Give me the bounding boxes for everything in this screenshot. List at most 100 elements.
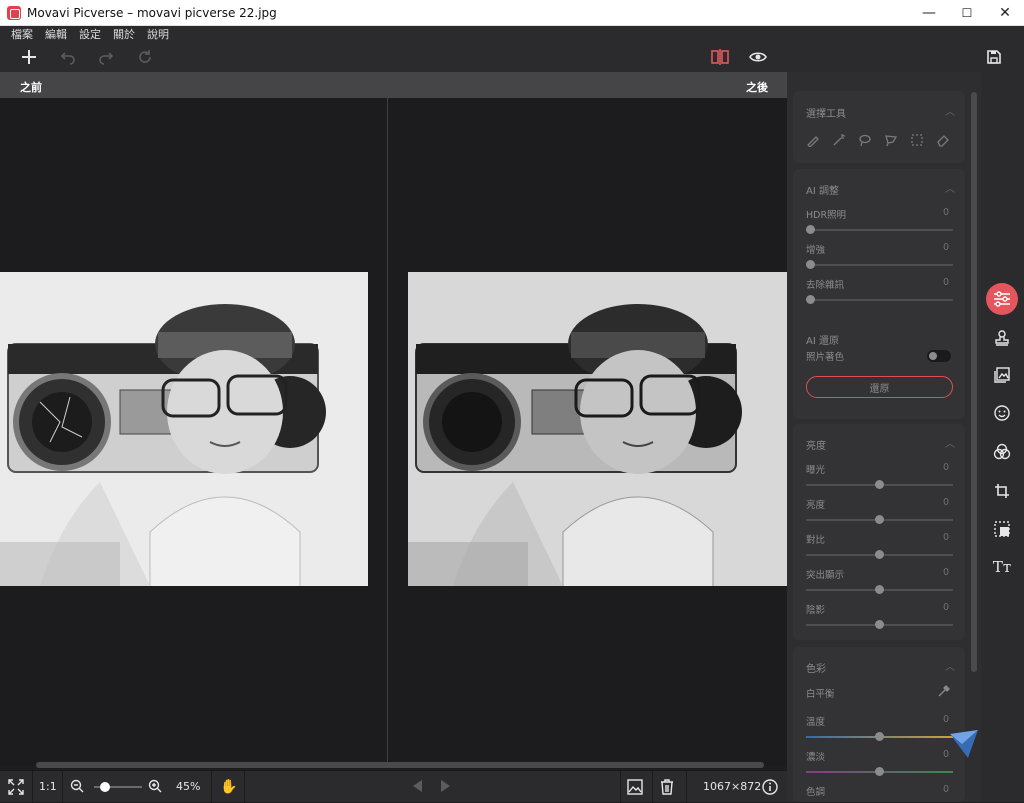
after-photo	[408, 272, 787, 586]
temperature-slider[interactable]	[806, 732, 953, 741]
selection-tools-title: 選擇工具	[806, 109, 846, 120]
fullscreen-icon[interactable]	[8, 779, 24, 795]
eyedropper-icon[interactable]	[937, 683, 951, 702]
collapse-chevron-icon[interactable]: ︿	[945, 435, 955, 450]
denoise-label: 去除雜訊	[806, 280, 845, 291]
hdr-slider-knob[interactable]	[806, 225, 815, 234]
collapse-chevron-icon[interactable]: ︿	[945, 103, 955, 118]
denoise-slider-knob[interactable]	[806, 295, 815, 304]
collapse-chevron-icon[interactable]: ︿	[945, 658, 955, 673]
stamp-icon[interactable]	[986, 322, 1018, 354]
colorize-label: 照片著色	[806, 352, 845, 363]
temperature-label: 溫度	[806, 717, 826, 728]
image-dimensions: 1067×872	[703, 780, 762, 793]
polygonal-lasso-icon[interactable]	[884, 133, 898, 147]
trash-icon[interactable]	[660, 779, 674, 795]
text-tool-icon[interactable]: Tт	[986, 551, 1018, 583]
zoom-out-icon[interactable]	[70, 779, 84, 793]
after-label: 之後	[746, 81, 768, 94]
separator	[620, 771, 621, 803]
hdr-slider[interactable]	[806, 225, 953, 234]
zoom-percent: 45%	[176, 780, 201, 793]
menu-settings[interactable]: 設定	[79, 26, 101, 42]
face-retouch-icon[interactable]	[986, 397, 1018, 429]
tint-slider-knob[interactable]	[875, 767, 884, 776]
highlights-slider-knob[interactable]	[875, 585, 884, 594]
colorize-toggle[interactable]	[927, 350, 951, 362]
panel-scrollbar[interactable]	[971, 92, 977, 672]
previous-image-icon[interactable]	[411, 779, 423, 793]
exposure-value: 0	[942, 462, 949, 473]
highlights-label: 突出顯示	[806, 570, 845, 581]
magic-wand-icon[interactable]	[832, 133, 846, 147]
exposure-slider-knob[interactable]	[875, 480, 884, 489]
contrast-slider-knob[interactable]	[875, 550, 884, 559]
image-gallery-icon[interactable]	[627, 779, 643, 795]
background-replace-icon[interactable]	[986, 359, 1018, 391]
transform-resize-icon[interactable]	[986, 513, 1018, 545]
save-icon[interactable]	[982, 45, 1006, 69]
menu-file[interactable]: 檔案	[11, 26, 33, 42]
hue-value: 0	[942, 784, 949, 795]
image-canvas[interactable]	[0, 98, 787, 766]
info-icon[interactable]	[762, 779, 778, 795]
next-image-icon[interactable]	[440, 779, 452, 793]
brightness-slider-knob[interactable]	[875, 515, 884, 524]
lasso-icon[interactable]	[858, 133, 872, 147]
reset-icon[interactable]	[133, 45, 157, 69]
watermark-logo-icon	[944, 724, 984, 764]
eraser-icon[interactable]	[936, 133, 950, 147]
restore-button[interactable]: 還原	[806, 376, 953, 398]
compare-split-icon[interactable]	[708, 45, 732, 69]
tool-sidebar: Tт	[981, 72, 1024, 802]
menu-help[interactable]: 說明	[147, 26, 169, 42]
zoom-slider-knob[interactable]	[99, 782, 110, 792]
effects-filters-icon[interactable]	[986, 436, 1018, 468]
adjustments-panel: 選擇工具 ︿ AI 調整 ︿ HDR照明 0 增強 0 去除雜訊 0 AI 還原…	[787, 72, 981, 802]
undo-icon[interactable]	[56, 45, 80, 69]
exposure-label: 曝光	[806, 465, 826, 476]
enhance-slider-knob[interactable]	[806, 260, 815, 269]
exposure-slider[interactable]	[806, 480, 953, 489]
compare-divider[interactable]	[387, 98, 388, 766]
tint-slider[interactable]	[806, 767, 953, 776]
preview-eye-icon[interactable]	[746, 45, 770, 69]
close-button[interactable]: ✕	[986, 0, 1024, 26]
adjust-sliders-icon[interactable]	[986, 283, 1018, 315]
crop-icon[interactable]	[986, 475, 1018, 507]
brightness-card: 亮度 ︿ 曝光 0 亮度 0 對比 0 突出顯示 0 陰影 0	[793, 424, 965, 640]
window-title: Movavi Picverse – movavi picverse 22.jpg	[27, 5, 277, 20]
denoise-value: 0	[942, 277, 949, 288]
pan-hand-icon[interactable]: ✋	[220, 779, 237, 795]
collapse-chevron-icon[interactable]: ︿	[945, 180, 955, 195]
maximize-button[interactable]: ☐	[948, 0, 986, 26]
temperature-slider-knob[interactable]	[875, 732, 884, 741]
zoom-slider[interactable]	[94, 782, 142, 792]
add-icon[interactable]	[17, 45, 41, 69]
contrast-slider[interactable]	[806, 550, 953, 559]
denoise-slider[interactable]	[806, 295, 953, 304]
rectangle-select-icon[interactable]	[910, 133, 924, 147]
color-card: 色彩 ︿ 白平衡 溫度 0 濃淡 0 色調 0	[793, 647, 965, 802]
hdr-label: HDR照明	[806, 210, 847, 221]
actual-size-button[interactable]: 1:1	[39, 780, 57, 793]
separator	[62, 771, 63, 803]
ai-restore-title: AI 還原	[806, 336, 839, 347]
menu-edit[interactable]: 編輯	[45, 26, 67, 42]
horizontal-scrollbar[interactable]	[36, 762, 764, 768]
minimize-button[interactable]: —	[910, 0, 948, 26]
shadows-slider-knob[interactable]	[875, 620, 884, 629]
before-photo	[0, 272, 368, 586]
white-balance-label: 白平衡	[806, 689, 835, 700]
tint-label: 濃淡	[806, 752, 826, 763]
zoom-in-icon[interactable]	[148, 779, 162, 793]
app-logo-icon	[7, 5, 21, 20]
brightness-slider[interactable]	[806, 515, 953, 524]
shadows-slider[interactable]	[806, 620, 953, 629]
highlights-slider[interactable]	[806, 585, 953, 594]
enhance-slider[interactable]	[806, 260, 953, 269]
menu-about[interactable]: 關於	[113, 26, 135, 42]
selection-tools-card: 選擇工具 ︿	[793, 91, 965, 163]
redo-icon[interactable]	[94, 45, 118, 69]
brush-icon[interactable]	[806, 133, 820, 147]
